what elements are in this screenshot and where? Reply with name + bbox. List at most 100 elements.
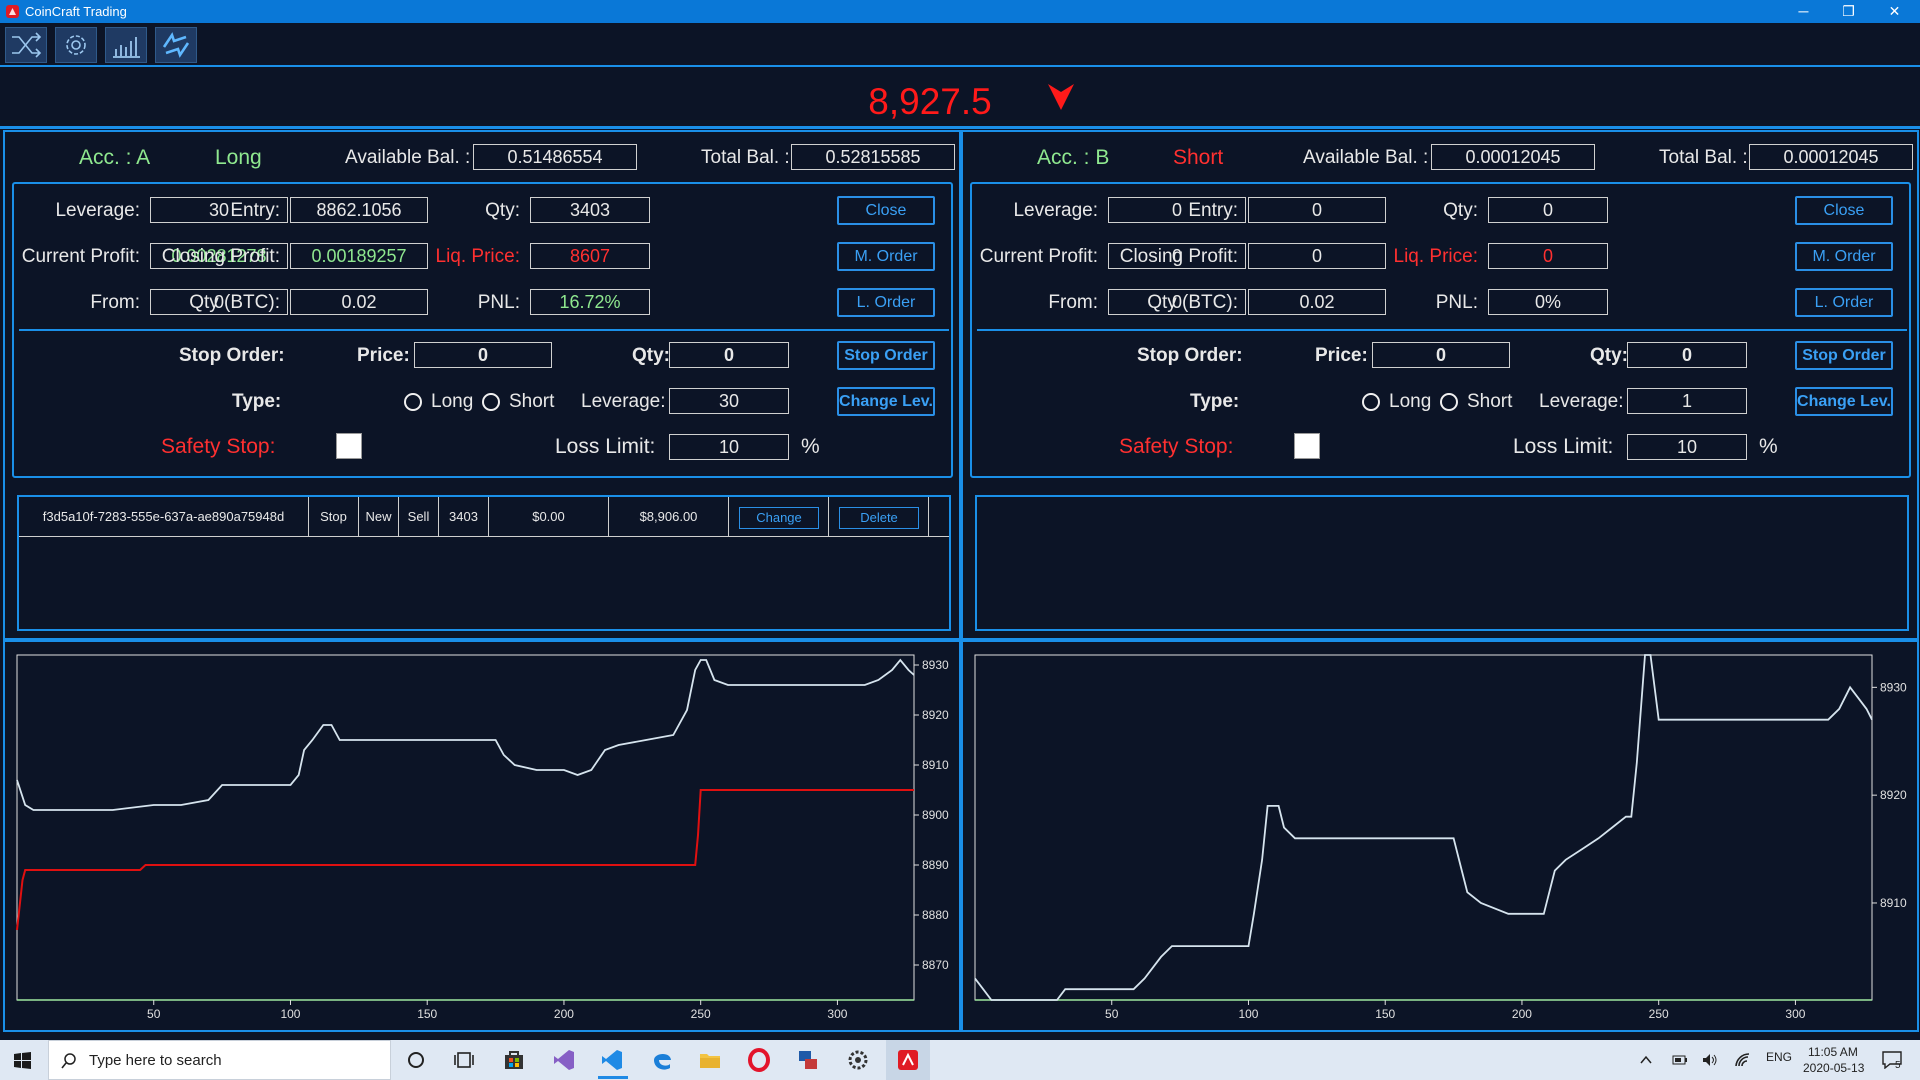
notification-count: 5 [1895,1060,1901,1071]
position-side: Short [1173,146,1224,169]
stop-order-button[interactable]: Stop Order [1795,341,1893,370]
qty-btc-field: 0.02 [290,289,428,315]
type-label: Type: [1190,391,1240,412]
change-order-button[interactable]: Change [739,507,819,529]
settings-button[interactable] [55,27,97,63]
panel-separator [5,638,959,642]
market-order-button[interactable]: M. Order [837,242,935,271]
type-long-radio[interactable] [1362,393,1380,411]
loss-limit-label: Loss Limit: [555,435,656,458]
last-price: 8,927.5 [868,81,992,122]
closing-profit-field: 0.00189257 [290,243,428,269]
stop-leverage-label: Leverage: [581,391,666,412]
closing-profit-field: 0 [1248,243,1386,269]
change-leverage-button[interactable]: Change Lev. [837,387,935,416]
type-long-label: Long [1389,391,1432,412]
safety-stop-checkbox[interactable] [1294,433,1320,459]
order-type-cell: Stop [309,497,359,537]
vscode-icon[interactable] [600,1048,624,1072]
y-tick-label: 8910 [922,758,949,772]
entry-field: 0 [1248,197,1386,223]
stop-price-field[interactable]: 0 [414,342,552,368]
panel-separator [963,638,1917,642]
leverage-label: Leverage: [55,200,140,221]
visual-studio-icon[interactable] [552,1048,576,1072]
limit-order-button[interactable]: L. Order [837,288,935,317]
chevron-up-icon[interactable] [1640,1055,1652,1065]
store-icon[interactable] [502,1048,526,1072]
safety-stop-checkbox[interactable] [336,433,362,459]
limit-order-button[interactable]: L. Order [1795,288,1893,317]
open-orders-list [975,495,1909,631]
clock-date[interactable]: 2020-05-13 [1803,1061,1864,1075]
current-profit-label: Current Profit: [979,246,1098,267]
sync-button[interactable] [155,27,197,63]
available-balance-field: 0.00012045 [1431,144,1595,170]
type-long-label: Long [431,391,474,412]
y-tick-label: 8900 [922,808,949,822]
position-side: Long [215,146,262,169]
maximize-button[interactable]: ❐ [1826,0,1871,23]
price-series-line [16,658,915,811]
entry-label: Entry: [230,200,280,221]
from-label: From: [90,292,140,313]
clock-time[interactable]: 11:05 AM [1808,1045,1858,1059]
type-short-radio[interactable] [482,393,500,411]
market-order-button[interactable]: M. Order [1795,242,1893,271]
y-tick-label: 8880 [922,908,949,922]
y-tick-label: 8870 [922,958,949,972]
app-window: CoinCraft Trading ─ ❐ ✕ 8,927.5 Acc. : A… [0,0,1920,1080]
stop-qty-field[interactable]: 0 [1627,342,1747,368]
stop-leverage-field[interactable]: 30 [669,388,789,414]
pnl-label: PNL: [477,292,520,313]
order-id-cell: f3d5a10f-7283-555e-637a-ae890a75948d [19,497,309,537]
opera-icon[interactable] [747,1048,771,1072]
stop-order-button[interactable]: Stop Order [837,341,935,370]
price-series-line [16,789,914,931]
volume-icon[interactable] [1702,1053,1718,1067]
position-panel: Leverage: 30 Entry: 8862.1056 Qty: 3403 Close C… [12,182,953,478]
shuffle-button[interactable] [5,27,47,63]
chart-button[interactable] [105,27,147,63]
total-balance-field: 0.52815585 [791,144,955,170]
available-balance-label: Available Bal. : [345,147,471,168]
loss-limit-field[interactable]: 10 [669,434,789,460]
app-logo-icon [6,5,19,18]
account-name: Acc. : A [79,146,151,169]
change-leverage-button[interactable]: Change Lev. [1795,387,1893,416]
wifi-icon[interactable] [1735,1053,1751,1067]
app-icon[interactable] [796,1048,820,1072]
file-explorer-icon[interactable] [698,1048,722,1072]
stop-price-field[interactable]: 0 [1372,342,1510,368]
language-indicator[interactable]: ENG [1766,1050,1792,1064]
minimize-button[interactable]: ─ [1781,0,1826,23]
close-window-button[interactable]: ✕ [1872,0,1917,23]
stop-leverage-field[interactable]: 1 [1627,388,1747,414]
battery-icon[interactable] [1672,1054,1688,1066]
delete-order-button[interactable]: Delete [839,507,919,529]
loss-limit-field[interactable]: 10 [1627,434,1747,460]
price-series-line [974,654,1873,1001]
coincraft-taskbar-icon[interactable] [896,1048,920,1072]
type-short-radio[interactable] [1440,393,1458,411]
x-tick-label: 300 [1785,1007,1805,1021]
x-tick-label: 50 [1105,1007,1119,1021]
task-view-icon[interactable] [452,1048,476,1072]
price-chart: 50 100 150 200 250 300 8910 8920 8930 [974,654,1909,1021]
stop-qty-field[interactable]: 0 [669,342,789,368]
type-long-radio[interactable] [404,393,422,411]
close-button[interactable]: Close [837,196,935,225]
edge-icon[interactable] [650,1048,674,1072]
cortana-icon[interactable] [404,1048,428,1072]
x-tick-label: 100 [280,1007,300,1021]
settings-gear-icon[interactable] [846,1048,870,1072]
close-button[interactable]: Close [1795,196,1893,225]
account-name: Acc. : B [1037,146,1110,169]
windows-start-icon[interactable] [14,1052,31,1069]
taskbar-search-box[interactable]: Type here to search [48,1040,391,1080]
order-amount-cell: $0.00 [489,497,609,537]
order-status-cell: New [359,497,399,537]
y-tick-label: 8920 [922,708,949,722]
account-header: Acc. : A Long Available Bal. :0.51486554 To… [5,132,959,182]
type-label: Type: [232,391,282,412]
